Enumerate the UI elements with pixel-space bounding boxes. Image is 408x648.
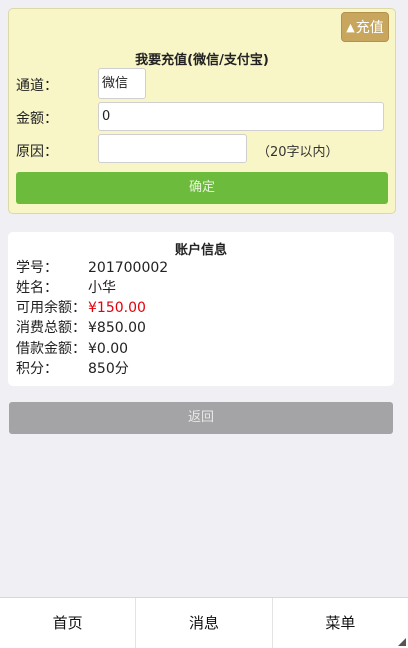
- recharge-panel: ▲ 充值 我要充值(微信/支付宝) 通道： 微信 金额： 原因： （20字以内）…: [8, 8, 396, 214]
- nav-item-menu[interactable]: 菜单: [273, 598, 408, 648]
- account-row-value: ¥850.00: [88, 320, 146, 336]
- account-row: 消费总额： ¥850.00: [16, 318, 146, 338]
- amount-input[interactable]: [98, 102, 384, 131]
- reason-hint: （20字以内）: [257, 145, 339, 160]
- account-row-key: 可用余额：: [16, 300, 86, 316]
- account-row: 积分： 850分: [16, 359, 129, 379]
- channel-label: 通道：: [16, 78, 58, 94]
- account-row-value: 小华: [88, 280, 116, 296]
- recharge-title: 我要充值(微信/支付宝): [135, 53, 269, 68]
- channel-select[interactable]: 微信: [98, 68, 146, 99]
- amount-label: 金额：: [16, 111, 58, 127]
- triangle-up-icon: ▲: [346, 20, 355, 34]
- account-row-value: 201700002: [88, 260, 169, 276]
- account-row: 可用余额： ¥150.00: [16, 298, 146, 318]
- recharge-toggle-label: 充值: [355, 20, 384, 36]
- back-button[interactable]: 返回: [9, 402, 393, 434]
- account-row: 借款金额： ¥0.00: [16, 339, 128, 359]
- reason-label: 原因：: [16, 144, 58, 160]
- account-row-key: 积分：: [16, 361, 58, 377]
- account-row: 姓名： 小华: [16, 278, 116, 298]
- recharge-toggle-button[interactable]: ▲ 充值: [341, 12, 389, 42]
- account-title: 账户信息: [174, 243, 227, 258]
- account-row-value: 850分: [88, 361, 129, 377]
- confirm-button[interactable]: 确定: [16, 172, 388, 204]
- nav-item-messages[interactable]: 消息: [136, 598, 273, 648]
- account-row-value: ¥0.00: [88, 341, 129, 357]
- account-row: 学号： 201700002: [16, 258, 168, 278]
- resize-corner-icon: [398, 638, 406, 646]
- account-row-key: 消费总额：: [16, 320, 86, 336]
- bottom-nav: 首页 消息 菜单: [0, 597, 408, 648]
- nav-item-home[interactable]: 首页: [0, 598, 137, 648]
- account-row-key: 借款金额：: [16, 341, 86, 357]
- account-info-panel: 账户信息 学号： 201700002 姓名： 小华 可用余额： ¥150.00 消费总…: [8, 232, 394, 386]
- account-row-key: 姓名：: [16, 280, 58, 296]
- account-row-key: 学号：: [16, 260, 58, 276]
- available-balance-value: ¥150.00: [88, 300, 146, 316]
- reason-input[interactable]: [98, 134, 247, 163]
